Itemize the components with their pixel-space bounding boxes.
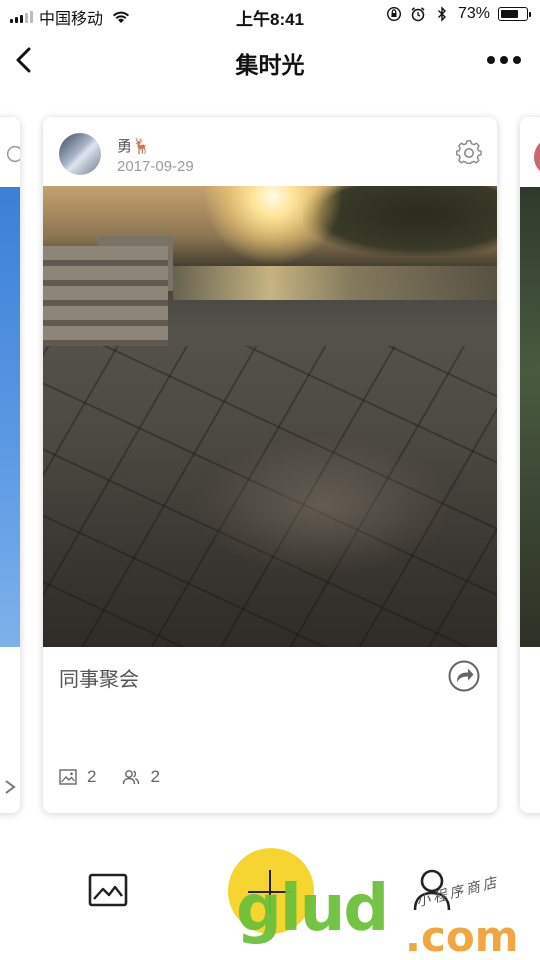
battery-fill: [501, 10, 518, 18]
album-card[interactable]: 勇🦌 2017-09-29 同事聚会 2 2: [43, 117, 497, 813]
bluetooth-icon: [437, 6, 446, 22]
alarm-icon: [411, 7, 425, 22]
user-name: 勇🦌: [117, 138, 151, 155]
signal-strength-icon: [10, 11, 33, 23]
post-date: 2017-09-29: [117, 158, 194, 175]
gear-icon: [6, 145, 20, 163]
previous-album-card[interactable]: [0, 117, 20, 813]
avatar: [534, 137, 540, 177]
gear-icon[interactable]: [455, 139, 483, 167]
wifi-icon: [113, 11, 130, 23]
avatar[interactable]: [59, 133, 101, 175]
photo-count: 2: [87, 767, 97, 786]
page-title: 集时光: [235, 52, 305, 78]
people-icon: [123, 770, 140, 785]
app-screen: 中国移动 上午8:41 73% 集时光 勇🦌 2017-09-29 同事聚会 2…: [0, 0, 540, 960]
watermark-suffix: .com: [405, 912, 519, 960]
photo-count-stat: 2: [59, 767, 96, 787]
previous-album-photo: [0, 187, 20, 647]
share-icon: [5, 780, 16, 794]
battery-icon: [498, 7, 531, 21]
carrier-name: 中国移动: [39, 11, 104, 28]
album-stats: 2 2: [59, 767, 186, 787]
status-bar: 中国移动 上午8:41 73%: [0, 0, 540, 30]
more-dots-icon[interactable]: [486, 50, 522, 70]
status-right: 73%: [386, 5, 531, 23]
album-title: 同事聚会: [59, 669, 139, 691]
chevron-left-icon[interactable]: [10, 44, 38, 76]
next-album-photo: [520, 187, 540, 647]
member-count-stat: 2: [122, 767, 160, 787]
orientation-lock-icon: [386, 6, 401, 22]
battery-percent: 73%: [457, 5, 490, 22]
album-cover-photo[interactable]: [43, 186, 497, 647]
watermark-text: glud: [236, 872, 389, 946]
next-album-card[interactable]: [520, 117, 540, 813]
image-gallery-icon[interactable]: [88, 872, 128, 908]
image-icon: [59, 769, 77, 785]
status-left: 中国移动: [10, 5, 131, 29]
member-count: 2: [150, 767, 160, 786]
share-icon[interactable]: [447, 659, 481, 693]
nav-bar: 集时光: [0, 36, 540, 86]
